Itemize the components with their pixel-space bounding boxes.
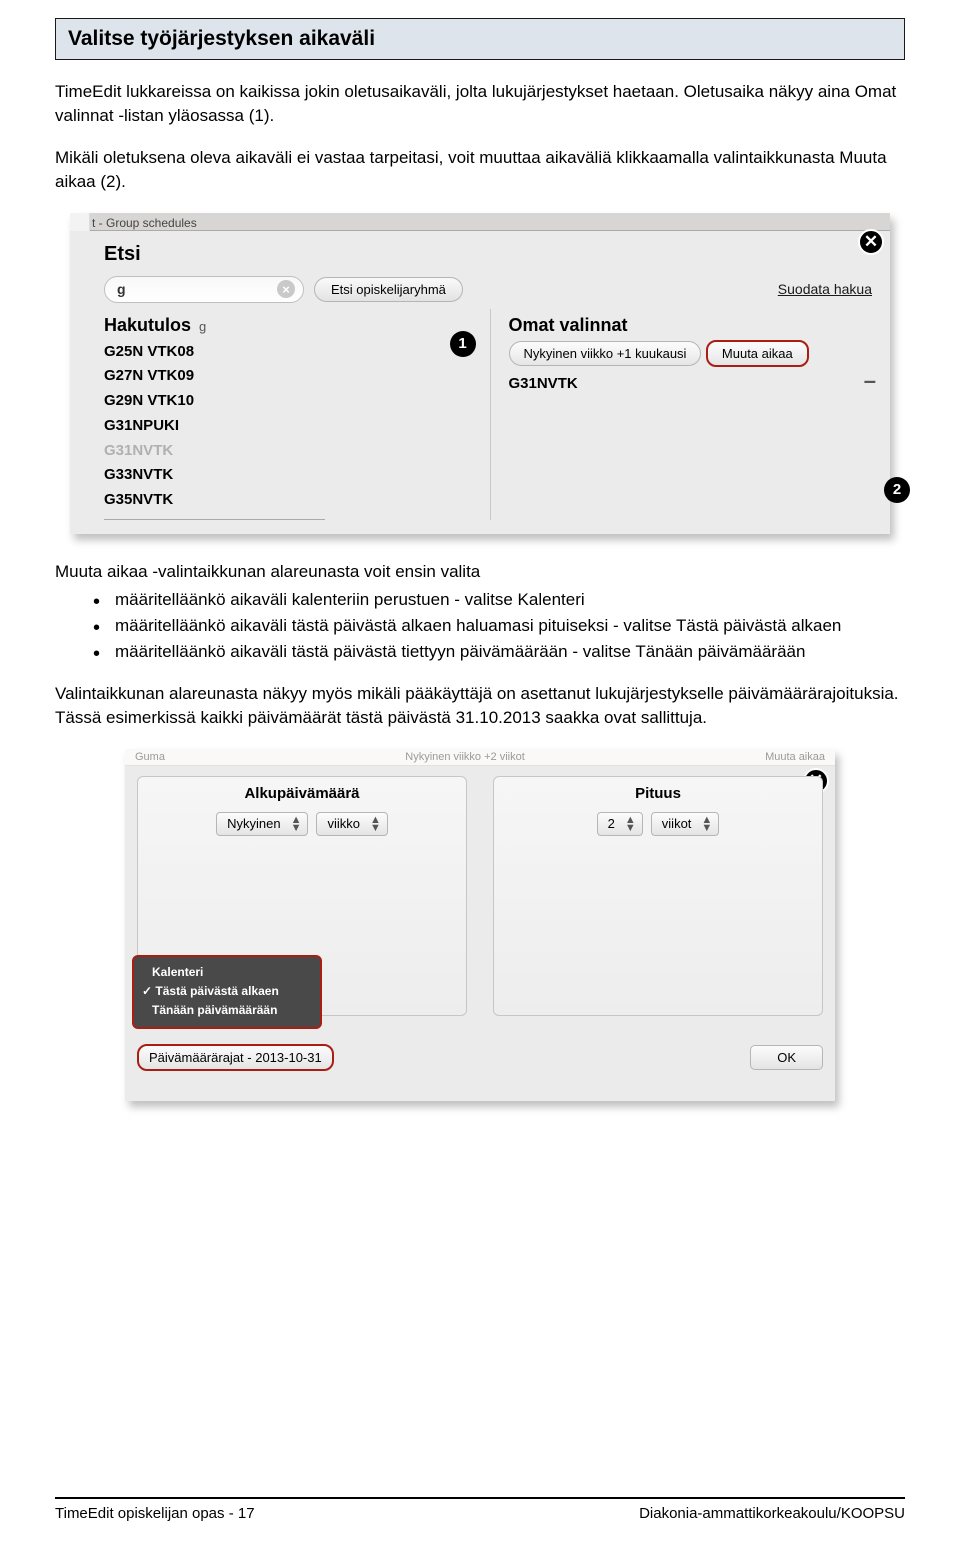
chevron-updown-icon: ▲▼: [291, 816, 302, 832]
length-heading: Pituus: [504, 785, 812, 802]
footer-right: Diakonia-ammattikorkeakoulu/KOOPSU: [639, 1505, 905, 1522]
screenshot-1: t - Group schedules ✕ Etsi g × Etsi opis…: [70, 213, 890, 534]
search-heading: Etsi: [104, 243, 876, 266]
result-item[interactable]: G33NVTK: [104, 463, 472, 488]
paragraph-4: Valintaikkunan alareunasta näkyy myös mi…: [55, 682, 905, 730]
top-strip-right: Muuta aikaa: [765, 751, 825, 763]
current-range-pill[interactable]: Nykyinen viikko +1 kuukausi: [509, 341, 702, 366]
popup-option-selected[interactable]: Tästä päivästä alkaen: [142, 982, 310, 1001]
paragraph-1: TimeEdit lukkareissa on kaikissa jokin o…: [55, 80, 905, 128]
bullet-item: määritelläänkö aikaväli kalenteriin peru…: [93, 588, 905, 612]
results-scrubber[interactable]: [104, 519, 325, 520]
length-select-2[interactable]: viikot ▲▼: [651, 812, 720, 836]
chosen-item-label: G31NVTK: [509, 375, 578, 392]
popup-option[interactable]: Kalenteri: [142, 963, 310, 982]
change-time-pill[interactable]: Muuta aikaa: [706, 340, 809, 367]
startdate-heading: Alkupäivämäärä: [148, 785, 456, 802]
screenshot-2: Guma Nykyinen viikko +2 viikot Muuta aik…: [125, 749, 835, 1101]
startdate-box: Alkupäivämäärä Nykyinen ▲▼ viikko ▲▼ Kal…: [137, 776, 467, 1016]
ok-button[interactable]: OK: [750, 1045, 823, 1070]
selections-column: Omat valinnat Nykyinen viikko +1 kuukaus…: [490, 309, 877, 520]
result-item[interactable]: G29N VTK10: [104, 389, 472, 414]
clear-icon[interactable]: ×: [277, 280, 295, 298]
search-value: g: [117, 281, 277, 297]
search-row: g × Etsi opiskelijaryhmä Suodata hakua: [104, 276, 876, 303]
popup-option[interactable]: Tänään päivämäärään: [142, 1001, 310, 1020]
results-heading: Hakutulos g: [104, 315, 472, 336]
top-strip-left: Guma: [135, 751, 165, 763]
callout-1: 1: [450, 331, 476, 357]
callout-2: 2: [884, 477, 910, 503]
bullet-list: määritelläänkö aikaväli kalenteriin peru…: [93, 588, 905, 664]
length-select-1[interactable]: 2 ▲▼: [597, 812, 643, 836]
search-group-button[interactable]: Etsi opiskelijaryhmä: [314, 277, 463, 302]
chosen-item: G31NVTK –: [509, 375, 877, 392]
bullet-item: määritelläänkö aikaväli tästä päivästä t…: [93, 640, 905, 664]
mode-popup[interactable]: Kalenteri Tästä päivästä alkaen Tänään p…: [132, 955, 322, 1029]
bottom-bar: Päivämäärärajat - 2013-10-31 OK: [137, 1044, 823, 1071]
bullet-item: määritelläänkö aikaväli tästä päivästä a…: [93, 614, 905, 638]
startdate-select-1[interactable]: Nykyinen ▲▼: [216, 812, 308, 836]
result-item[interactable]: G35NVTK: [104, 488, 472, 513]
result-item[interactable]: G25N VTK08: [104, 340, 472, 365]
select-value: viikko: [327, 816, 360, 831]
select-value: viikot: [662, 816, 692, 831]
page-footer: TimeEdit opiskelijan opas - 17 Diakonia-…: [55, 1497, 905, 1522]
remove-icon[interactable]: –: [864, 375, 876, 387]
results-list: G25N VTK08 G27N VTK09 G29N VTK10 G31NPUK…: [104, 340, 472, 520]
close-icon[interactable]: ✕: [858, 229, 884, 255]
results-heading-text: Hakutulos: [104, 315, 191, 336]
length-box: Pituus 2 ▲▼ viikot ▲▼: [493, 776, 823, 1016]
result-item-dim[interactable]: G31NVTK: [104, 439, 472, 464]
tab-label: t - Group schedules: [92, 216, 197, 230]
chevron-updown-icon: ▲▼: [370, 816, 381, 832]
result-item[interactable]: G31NPUKI: [104, 414, 472, 439]
top-strip-mid: Nykyinen viikko +2 viikot: [405, 751, 525, 763]
time-panel: ✕ Alkupäivämäärä Nykyinen ▲▼ viikko ▲▼ K…: [125, 766, 835, 1101]
chevron-updown-icon: ▲▼: [625, 816, 636, 832]
filter-link[interactable]: Suodata hakua: [778, 281, 876, 297]
search-input[interactable]: g ×: [104, 276, 304, 303]
date-limit-pill[interactable]: Päivämäärärajat - 2013-10-31: [137, 1044, 334, 1071]
search-panel: ✕ Etsi g × Etsi opiskelijaryhmä Suodata …: [70, 231, 890, 534]
results-column: Hakutulos g G25N VTK08 G27N VTK09 G29N V…: [104, 309, 472, 520]
select-value: 2: [608, 816, 615, 831]
section-title-text: Valitse työjärjestyksen aikaväli: [68, 27, 375, 50]
footer-left: TimeEdit opiskelijan opas - 17: [55, 1505, 255, 1522]
section-title: Valitse työjärjestyksen aikaväli: [55, 18, 905, 60]
results-heading-sub: g: [199, 319, 206, 334]
top-strip: Guma Nykyinen viikko +2 viikot Muuta aik…: [125, 749, 835, 766]
startdate-select-2[interactable]: viikko ▲▼: [316, 812, 387, 836]
select-value: Nykyinen: [227, 816, 280, 831]
paragraph-3: Muuta aikaa -valintaikkunan alareunasta …: [55, 560, 905, 584]
paragraph-2: Mikäli oletuksena oleva aikaväli ei vast…: [55, 146, 905, 194]
selections-heading: Omat valinnat: [509, 315, 877, 336]
chevron-updown-icon: ▲▼: [701, 816, 712, 832]
tab-bar: t - Group schedules: [70, 213, 890, 231]
result-item[interactable]: G27N VTK09: [104, 364, 472, 389]
